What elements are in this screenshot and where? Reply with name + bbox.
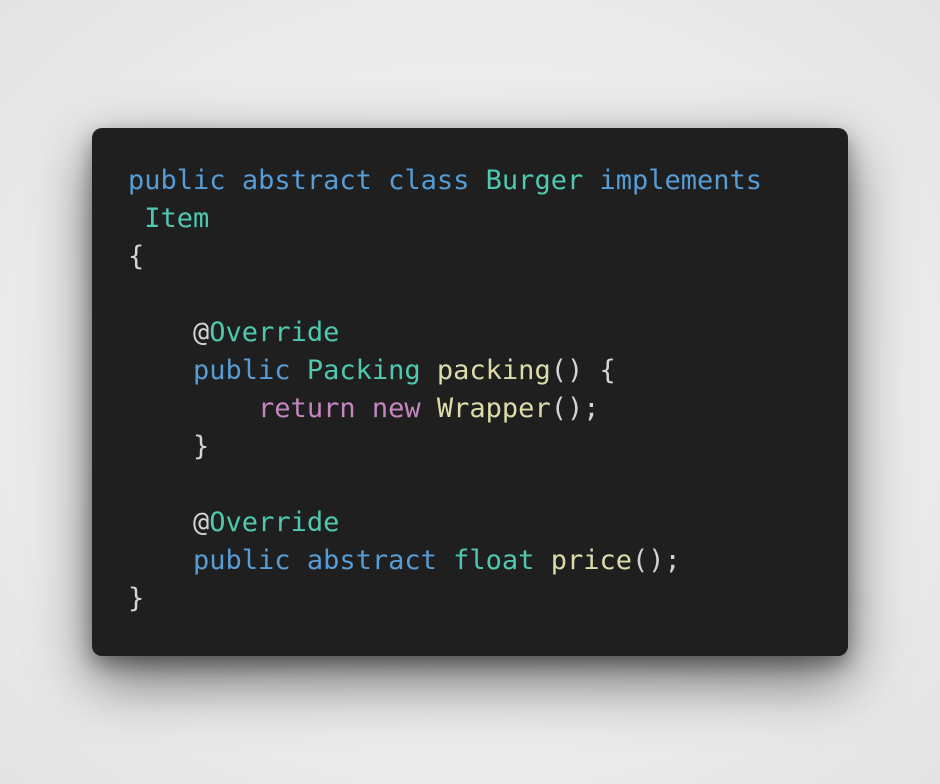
token-function: price (550, 545, 632, 576)
token-punctuation: () { (550, 355, 616, 386)
token-annotation: Override (209, 317, 340, 348)
token-function: Wrapper (436, 393, 551, 424)
code-line-11: public abstract float price(); (128, 542, 762, 580)
code-line-6: public Packing packing() { (128, 352, 762, 390)
token-control: return (258, 393, 356, 424)
code-line-5: @Override (128, 314, 762, 352)
token-keyword: implements (599, 165, 763, 196)
token-type: Item (144, 203, 210, 234)
token-punctuation: (); (550, 393, 600, 424)
token-keyword: abstract (306, 545, 437, 576)
token-annotation: Override (209, 507, 340, 538)
token-keyword: class (388, 165, 470, 196)
code-line-8: } (128, 428, 762, 466)
token-keyword: public (193, 355, 291, 386)
token-function: packing (436, 355, 551, 386)
token-punctuation: } (128, 583, 145, 614)
code-line-1: public abstract class Burger implements (128, 162, 762, 200)
code-line-10: @Override (128, 504, 762, 542)
token-type: Burger (485, 165, 584, 196)
token-control: new (371, 393, 421, 424)
code-line-7: return new Wrapper(); (128, 390, 762, 428)
token-type: Packing (306, 355, 421, 386)
token-punctuation: } (193, 431, 210, 462)
code-line-2: Item (128, 200, 762, 238)
token-annotation-at: @ (193, 317, 210, 348)
code-block: public abstract class Burger implements … (128, 162, 762, 618)
code-snippet-window: public abstract class Burger implements … (92, 128, 848, 656)
code-line-3: { (128, 238, 762, 276)
token-punctuation: (); (631, 545, 681, 576)
token-keyword: abstract (241, 165, 372, 196)
token-keyword: public (193, 545, 291, 576)
token-punctuation: { (128, 241, 145, 272)
token-keyword: public (128, 165, 226, 196)
token-annotation-at: @ (193, 507, 210, 538)
code-line-12: } (128, 580, 762, 618)
token-type: float (453, 545, 535, 576)
